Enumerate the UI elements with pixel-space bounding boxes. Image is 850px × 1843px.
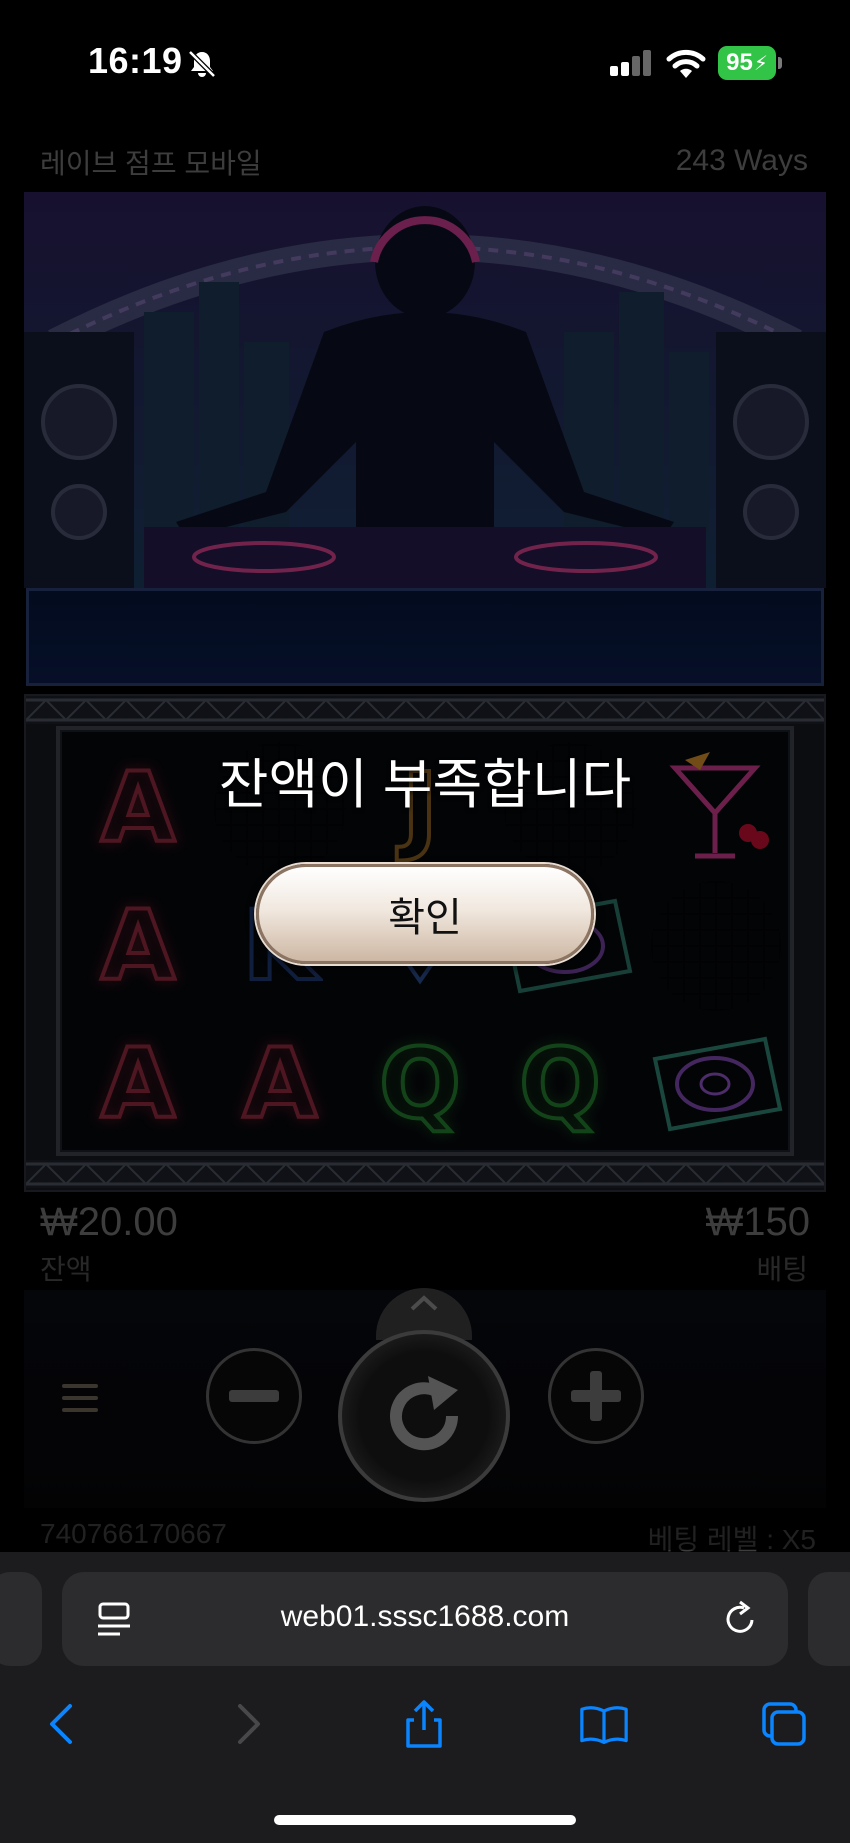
symbol-q: Q <box>517 1026 603 1142</box>
url-text: web01.sssc1688.com <box>280 1600 570 1633</box>
win-banner <box>26 588 824 686</box>
menu-icon[interactable] <box>60 1378 100 1418</box>
decrease-bet-button[interactable] <box>206 1348 302 1444</box>
plus-icon <box>571 1371 621 1421</box>
silent-bell-icon <box>188 50 216 78</box>
spin-button[interactable] <box>338 1330 510 1502</box>
truss-bottom <box>26 1160 824 1188</box>
charging-bolt-icon: ⚡ <box>753 52 768 75</box>
tabs-icon[interactable] <box>760 1700 808 1748</box>
spin-arrow-icon <box>390 1376 459 1451</box>
chevron-up-icon <box>410 1295 438 1311</box>
minus-icon <box>229 1390 279 1402</box>
previous-tab-card[interactable] <box>0 1572 42 1666</box>
confirm-button[interactable]: 확인 <box>256 864 594 964</box>
bookmarks-icon[interactable] <box>580 1700 628 1748</box>
symbol-turntable <box>640 1020 790 1148</box>
symbol-a: A <box>99 1026 177 1142</box>
ways-label: 243 Ways <box>675 144 808 177</box>
balance-amount: ₩20.00 <box>40 1200 178 1244</box>
insufficient-balance-message: 잔액이 부족합니다 <box>218 755 632 815</box>
game-title: 레이브 점프 모바일 <box>40 148 262 179</box>
round-id: 740766170667 <box>40 1518 227 1549</box>
turntable-icon <box>652 1036 783 1132</box>
home-indicator <box>274 1815 576 1825</box>
screen: 16:19 95 ⚡ 레이브 점프 모바일 243 Ways A J A A A… <box>0 0 850 1843</box>
battery-tip <box>778 57 782 69</box>
wifi-icon <box>666 49 706 78</box>
dj-stage-artwork <box>24 192 826 588</box>
symbol-disco-ball <box>646 880 786 1012</box>
next-tab-card[interactable] <box>808 1572 850 1666</box>
status-time: 16:19 <box>88 40 183 81</box>
increase-bet-button[interactable] <box>548 1348 644 1444</box>
reload-icon[interactable] <box>722 1598 760 1638</box>
truss-top <box>26 696 824 724</box>
cellular-signal-icon <box>610 50 651 76</box>
symbol-a: A <box>241 1026 319 1142</box>
back-icon[interactable] <box>40 1700 88 1748</box>
battery-level: 95 <box>726 49 753 76</box>
bet-amount: ₩150 <box>705 1200 811 1244</box>
battery-indicator: 95 ⚡ <box>718 46 776 80</box>
forward-icon[interactable] <box>222 1700 270 1748</box>
bet-label: 배팅 <box>756 1254 808 1285</box>
balance-label: 잔액 <box>40 1254 92 1285</box>
dj-stage-image <box>24 192 826 588</box>
symbol-q: Q <box>377 1026 463 1142</box>
share-icon[interactable] <box>400 1700 448 1748</box>
symbol-a: A <box>99 888 177 1004</box>
